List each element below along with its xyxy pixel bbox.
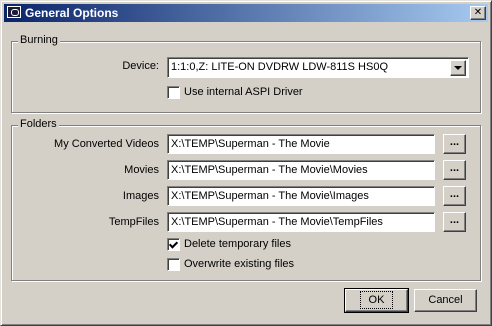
app-icon <box>7 6 21 18</box>
tempfiles-label: TempFiles <box>108 216 159 228</box>
movies-browse-button[interactable]: ... <box>443 160 466 180</box>
close-button[interactable]: ✕ <box>470 6 486 20</box>
movies-label: Movies <box>124 164 159 176</box>
device-select[interactable]: 1:1:0,Z: LITE-ON DVDRW LDW-811S HS0Q <box>167 57 469 78</box>
delete-temp-checkbox[interactable] <box>167 238 180 251</box>
delete-temp-checkbox-label: Delete temporary files <box>184 238 291 250</box>
device-label: Device: <box>122 60 159 72</box>
images-label: Images <box>122 190 159 202</box>
window-title: General Options <box>25 6 119 20</box>
overwrite-checkbox[interactable] <box>167 258 180 271</box>
converted-videos-value: X:\TEMP\Superman - The Movie <box>171 138 330 150</box>
movies-value: X:\TEMP\Superman - The Movie\Movies <box>171 164 368 176</box>
overwrite-checkbox-label: Overwrite existing files <box>184 258 295 270</box>
movies-field[interactable]: X:\TEMP\Superman - The Movie\Movies <box>167 160 435 180</box>
ok-button-label: OK <box>359 291 394 309</box>
converted-videos-field[interactable]: X:\TEMP\Superman - The Movie <box>167 134 435 154</box>
aspi-checkbox[interactable] <box>167 86 180 99</box>
tempfiles-field[interactable]: X:\TEMP\Superman - The Movie\TempFiles <box>167 212 435 232</box>
ok-button[interactable]: OK <box>344 288 409 313</box>
tempfiles-value: X:\TEMP\Superman - The Movie\TempFiles <box>171 216 383 228</box>
folders-group-label: Folders <box>18 118 59 130</box>
converted-videos-label: My Converted Videos <box>54 138 159 150</box>
cancel-button[interactable]: Cancel <box>414 289 477 312</box>
converted-videos-browse-button[interactable]: ... <box>443 134 466 154</box>
images-value: X:\TEMP\Superman - The Movie\Images <box>171 190 369 202</box>
title-bar[interactable]: General Options ✕ <box>4 4 488 22</box>
device-select-value: 1:1:0,Z: LITE-ON DVDRW LDW-811S HS0Q <box>171 61 389 73</box>
images-field[interactable]: X:\TEMP\Superman - The Movie\Images <box>167 186 435 206</box>
tempfiles-browse-button[interactable]: ... <box>443 212 466 232</box>
aspi-checkbox-label: Use internal ASPI Driver <box>184 86 303 98</box>
chevron-down-icon[interactable] <box>450 60 466 76</box>
images-browse-button[interactable]: ... <box>443 186 466 206</box>
general-options-dialog: General Options ✕ Burning Device: 1:1:0,… <box>0 0 492 326</box>
burning-group-label: Burning <box>18 34 60 46</box>
